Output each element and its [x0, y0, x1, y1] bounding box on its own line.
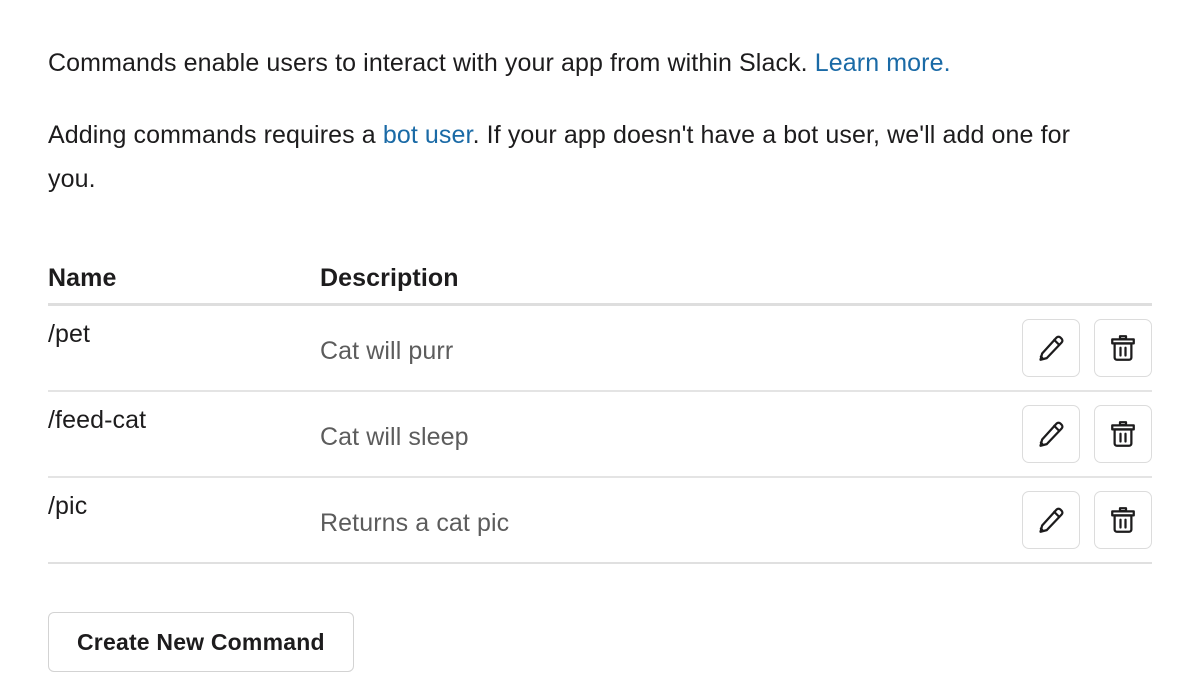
slash-commands-page: Commands enable users to interact with y… [0, 0, 1200, 699]
column-header-name: Name [48, 264, 117, 292]
intro-text-2a: Adding commands requires a [48, 121, 376, 149]
command-description: Cat will purr [320, 336, 454, 365]
row-actions [952, 491, 1152, 549]
intro-paragraph-2: Adding commands requires a bot user. If … [48, 113, 1123, 201]
create-new-command-button[interactable]: Create New Command [48, 612, 354, 672]
command-name: /feed-cat [48, 406, 147, 434]
trash-icon [1108, 419, 1138, 449]
edit-command-button[interactable] [1022, 491, 1080, 549]
command-description: Returns a cat pic [320, 508, 510, 537]
trash-icon [1108, 333, 1138, 363]
intro-text-1: Commands enable users to interact with y… [48, 49, 808, 77]
command-name: /pet [48, 320, 91, 348]
column-header-description: Description [320, 264, 459, 292]
table-row: /feed-cat Cat will sleep [48, 392, 1152, 478]
delete-command-button[interactable] [1094, 319, 1152, 377]
pencil-icon [1036, 333, 1066, 363]
table-header-row: Name Description [48, 253, 1152, 293]
table-row: /pet Cat will purr [48, 306, 1152, 392]
learn-more-link[interactable]: Learn more. [815, 49, 951, 77]
edit-command-button[interactable] [1022, 405, 1080, 463]
pencil-icon [1036, 419, 1066, 449]
intro-paragraph-1: Commands enable users to interact with y… [48, 0, 1152, 85]
edit-command-button[interactable] [1022, 319, 1080, 377]
row-actions [952, 405, 1152, 463]
delete-command-button[interactable] [1094, 405, 1152, 463]
commands-table: Name Description /pet Cat will purr /fee… [48, 253, 1152, 564]
bot-user-link[interactable]: bot user [383, 121, 473, 149]
row-actions [952, 319, 1152, 377]
command-name: /pic [48, 492, 88, 520]
trash-icon [1108, 505, 1138, 535]
pencil-icon [1036, 505, 1066, 535]
delete-command-button[interactable] [1094, 491, 1152, 549]
command-description: Cat will sleep [320, 422, 469, 451]
table-row: /pic Returns a cat pic [48, 478, 1152, 564]
